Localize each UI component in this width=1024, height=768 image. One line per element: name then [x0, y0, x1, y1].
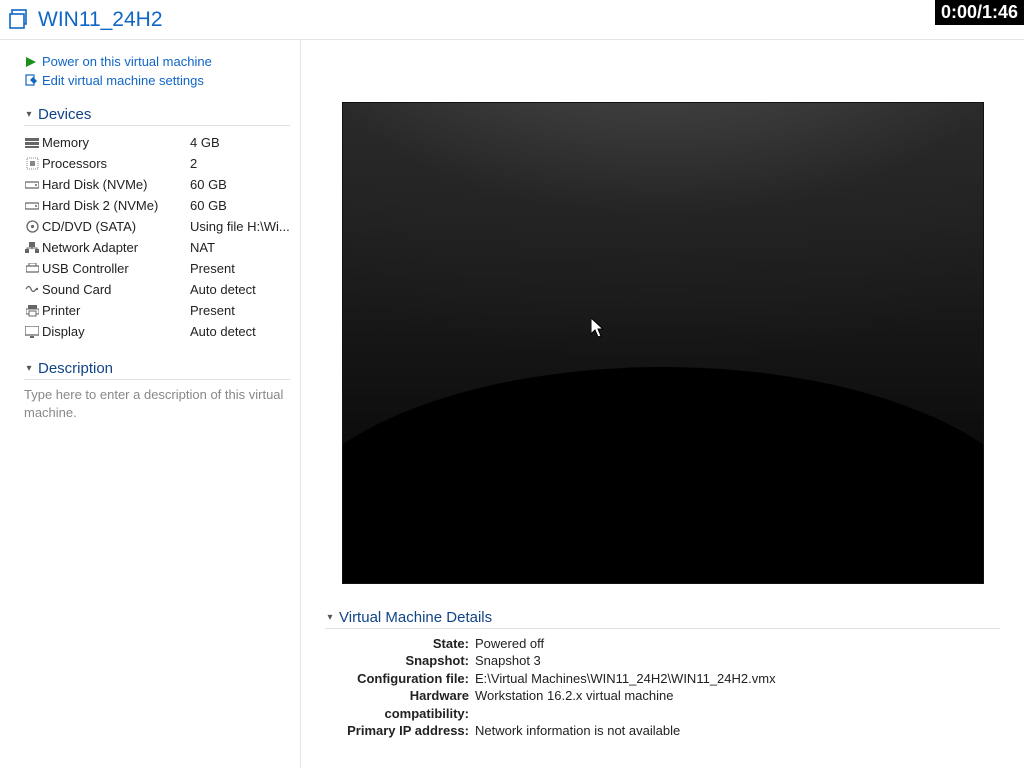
device-row[interactable]: Sound CardAuto detect [24, 279, 290, 300]
play-icon [24, 55, 38, 69]
detail-value: E:\Virtual Machines\WIN11_24H2\WIN11_24H… [475, 670, 776, 688]
devices-header-label: Devices [38, 106, 91, 123]
description-header[interactable]: ▾ Description [24, 360, 290, 380]
device-value: NAT [190, 240, 215, 255]
preview-gloss-curve [343, 367, 983, 583]
detail-ip: Primary IP address: Network information … [325, 722, 1000, 740]
device-row[interactable]: Hard Disk (NVMe)60 GB [24, 174, 290, 195]
right-pane: ▾ Virtual Machine Details State: Powered… [300, 40, 1024, 768]
devices-header[interactable]: ▾ Devices [24, 106, 290, 126]
detail-label: Configuration file: [325, 670, 475, 688]
device-row[interactable]: Network AdapterNAT [24, 237, 290, 258]
timer-badge: 0:00/1:46 [935, 0, 1024, 25]
main-content: Power on this virtual machine Edit virtu… [0, 40, 1024, 768]
detail-value: Network information is not available [475, 722, 680, 740]
device-label: Network Adapter [42, 240, 190, 255]
cursor-icon [591, 318, 605, 338]
device-value: Using file H:\Wi... [190, 219, 290, 234]
vm-preview[interactable] [343, 103, 983, 583]
device-value: Auto detect [190, 282, 256, 297]
device-row[interactable]: CD/DVD (SATA)Using file H:\Wi... [24, 216, 290, 237]
detail-value: Snapshot 3 [475, 652, 541, 670]
device-label: USB Controller [42, 261, 190, 276]
device-value: 2 [190, 156, 197, 171]
device-icon [24, 137, 40, 148]
device-label: Hard Disk (NVMe) [42, 177, 190, 192]
device-label: Printer [42, 303, 190, 318]
detail-label: Snapshot: [325, 652, 475, 670]
device-row[interactable]: Processors2 [24, 153, 290, 174]
preview-container [325, 40, 1000, 583]
device-icon [24, 157, 40, 170]
title-bar: WIN11_24H2 [0, 0, 1024, 40]
description-header-label: Description [38, 360, 113, 377]
device-label: Memory [42, 135, 190, 150]
caret-down-icon: ▾ [325, 612, 335, 622]
device-value: Present [190, 261, 235, 276]
device-label: Hard Disk 2 (NVMe) [42, 198, 190, 213]
power-on-label: Power on this virtual machine [42, 54, 212, 69]
device-label: Sound Card [42, 282, 190, 297]
device-value: 60 GB [190, 198, 227, 213]
device-icon [24, 326, 40, 338]
detail-value: Workstation 16.2.x virtual machine [475, 687, 673, 722]
caret-down-icon: ▾ [24, 364, 34, 374]
detail-label: Hardware compatibility: [325, 687, 475, 722]
device-label: CD/DVD (SATA) [42, 219, 190, 234]
device-value: Present [190, 303, 235, 318]
device-value: Auto detect [190, 324, 256, 339]
detail-state: State: Powered off [325, 635, 1000, 653]
device-row[interactable]: USB ControllerPresent [24, 258, 290, 279]
detail-value: Powered off [475, 635, 544, 653]
device-row[interactable]: Memory4 GB [24, 132, 290, 153]
detail-snapshot: Snapshot: Snapshot 3 [325, 652, 1000, 670]
edit-icon [24, 74, 38, 88]
description-input[interactable]: Type here to enter a description of this… [24, 386, 290, 421]
device-list: Memory4 GBProcessors2Hard Disk (NVMe)60 … [24, 132, 290, 342]
vm-title: WIN11_24H2 [38, 8, 163, 32]
device-icon [24, 242, 40, 254]
device-value: 4 GB [190, 135, 220, 150]
edit-settings-label: Edit virtual machine settings [42, 73, 204, 88]
power-on-link[interactable]: Power on this virtual machine [24, 54, 290, 69]
device-value: 60 GB [190, 177, 227, 192]
device-row[interactable]: Hard Disk 2 (NVMe)60 GB [24, 195, 290, 216]
vm-tab-icon [8, 8, 32, 32]
edit-settings-link[interactable]: Edit virtual machine settings [24, 73, 290, 88]
device-icon [24, 220, 40, 233]
device-icon [24, 200, 40, 211]
details-header[interactable]: ▾ Virtual Machine Details [325, 609, 1000, 629]
device-label: Processors [42, 156, 190, 171]
device-label: Display [42, 324, 190, 339]
device-icon [24, 284, 40, 295]
device-row[interactable]: DisplayAuto detect [24, 321, 290, 342]
device-icon [24, 263, 40, 274]
detail-hwcompat: Hardware compatibility: Workstation 16.2… [325, 687, 1000, 722]
details-header-label: Virtual Machine Details [339, 609, 492, 626]
detail-config: Configuration file: E:\Virtual Machines\… [325, 670, 1000, 688]
device-icon [24, 179, 40, 190]
detail-label: State: [325, 635, 475, 653]
detail-label: Primary IP address: [325, 722, 475, 740]
caret-down-icon: ▾ [24, 110, 34, 120]
device-icon [24, 305, 40, 317]
left-pane: Power on this virtual machine Edit virtu… [0, 40, 300, 768]
device-row[interactable]: PrinterPresent [24, 300, 290, 321]
vm-details: ▾ Virtual Machine Details State: Powered… [325, 609, 1000, 768]
